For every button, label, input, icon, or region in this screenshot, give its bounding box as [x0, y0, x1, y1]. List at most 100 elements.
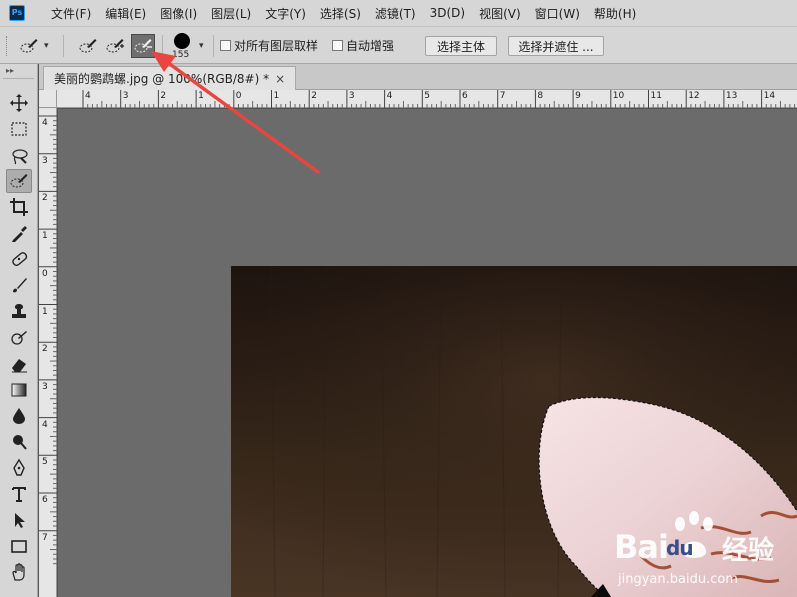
menu-file[interactable]: 文件(F) — [44, 5, 98, 22]
ruler-origin[interactable] — [39, 90, 57, 108]
watermark-logo-text: Bai — [614, 528, 669, 566]
ruler-label: 5 — [42, 457, 48, 468]
panel-collapse-icon[interactable]: ▸▸ — [0, 64, 37, 78]
ruler-label: 2 — [42, 193, 48, 204]
ruler-label: 8 — [537, 91, 544, 101]
lasso-icon — [12, 149, 28, 165]
eraser-icon — [12, 359, 27, 373]
tool-lasso[interactable] — [6, 144, 32, 168]
ruler-label: 0 — [42, 268, 48, 279]
tool-crop[interactable] — [6, 195, 32, 219]
pen-icon — [13, 458, 25, 476]
ruler-label: 3 — [42, 381, 48, 392]
options-divider — [213, 35, 214, 57]
hand-icon — [12, 563, 25, 581]
gradient-icon — [11, 383, 27, 397]
ruler-label: 5 — [424, 91, 431, 101]
menu-type[interactable]: 文字(Y) — [258, 5, 313, 22]
menu-layer[interactable]: 图层(L) — [204, 5, 258, 22]
tool-dodge[interactable] — [6, 430, 32, 454]
panel-grip[interactable] — [3, 78, 34, 82]
menu-3d[interactable]: 3D(D) — [423, 6, 472, 20]
subtract-from-selection-icon[interactable] — [131, 34, 155, 58]
quick-selection-icon — [10, 174, 28, 188]
ruler-label: 3 — [122, 91, 129, 101]
select-and-mask-button[interactable]: 选择并遮住 ... — [508, 36, 604, 56]
tool-move[interactable] — [6, 91, 32, 115]
eyedropper-icon — [12, 226, 27, 242]
menu-help[interactable]: 帮助(H) — [587, 5, 643, 22]
menu-edit[interactable]: 编辑(E) — [98, 5, 153, 22]
tool-rectangle[interactable] — [6, 534, 32, 558]
history-brush-icon — [11, 331, 27, 345]
watermark-logo-suffix: du — [666, 536, 694, 560]
options-bar: ▾ 155 ▾ 对所有图层取样 自动增强 选择主体 选择并遮住 ... — [0, 26, 797, 64]
ruler-label: 3 — [348, 91, 355, 101]
ruler-label: 10 — [612, 91, 625, 101]
tool-preset-picker-icon[interactable] — [18, 35, 40, 57]
type-icon — [12, 487, 26, 502]
tool-brush[interactable] — [6, 273, 32, 297]
chevron-down-icon[interactable]: ▾ — [199, 41, 204, 51]
menu-view[interactable]: 视图(V) — [472, 5, 528, 22]
ruler-label: 4 — [386, 91, 393, 101]
rectangle-icon — [11, 540, 27, 553]
baidu-watermark: Bai du 经验 jingyan.baidu.com — [612, 510, 797, 597]
ruler-label: 1 — [273, 91, 280, 101]
ruler-label: 2 — [160, 91, 167, 101]
dodge-icon — [13, 435, 27, 450]
ruler-label: 6 — [462, 91, 468, 101]
new-selection-icon[interactable] — [77, 35, 99, 57]
brush-icon — [13, 278, 27, 293]
tool-hand[interactable] — [6, 560, 32, 584]
tool-path-selection[interactable] — [6, 508, 32, 532]
document-tab[interactable]: 美丽的鹦鹉螺.jpg @ 100%(RGB/8#) * × — [43, 66, 297, 90]
menu-select[interactable]: 选择(S) — [313, 5, 368, 22]
ruler-label: 1 — [42, 231, 48, 242]
tool-clone-stamp[interactable] — [6, 299, 32, 323]
tool-history-brush[interactable] — [6, 326, 32, 350]
options-grip[interactable] — [6, 36, 8, 56]
tool-eyedropper[interactable] — [6, 221, 32, 245]
ruler-label: 11 — [650, 91, 662, 101]
menu-filter[interactable]: 滤镜(T) — [368, 5, 423, 22]
vertical-ruler[interactable]: 4 3 2 1 0 1 2 3 4 5 6 7 — [39, 108, 57, 597]
tool-type[interactable] — [6, 482, 32, 506]
crop-icon — [10, 198, 28, 216]
watermark-url: jingyan.baidu.com — [618, 572, 738, 587]
options-divider — [63, 35, 64, 57]
tool-eraser[interactable] — [6, 352, 32, 376]
ruler-label: 2 — [42, 344, 48, 355]
tool-healing-brush[interactable] — [6, 247, 32, 271]
brush-preview-icon[interactable] — [174, 33, 190, 49]
marquee-icon — [11, 122, 27, 136]
path-selection-icon — [15, 513, 25, 528]
ruler-label: 0 — [235, 91, 242, 101]
menu-window[interactable]: 窗口(W) — [528, 5, 587, 22]
ruler-label: 13 — [725, 91, 738, 101]
healing-brush-icon — [12, 252, 28, 267]
ruler-label: 4 — [42, 118, 48, 128]
tool-gradient[interactable] — [6, 378, 32, 402]
document-tab-title: 美丽的鹦鹉螺.jpg @ 100%(RGB/8#) * — [54, 72, 270, 86]
tool-marquee[interactable] — [6, 117, 32, 141]
menu-bar: Ps 文件(F) 编辑(E) 图像(I) 图层(L) 文字(Y) 选择(S) 滤… — [0, 0, 797, 26]
auto-enhance-label: 自动增强 — [346, 39, 395, 53]
tool-pen[interactable] — [6, 456, 32, 480]
close-icon[interactable]: × — [275, 72, 285, 86]
tool-blur[interactable] — [6, 404, 32, 428]
tool-quick-selection[interactable] — [6, 169, 32, 193]
ruler-label: 4 — [85, 91, 91, 101]
add-to-selection-icon[interactable] — [104, 35, 126, 57]
menu-image[interactable]: 图像(I) — [153, 5, 204, 22]
ruler-label: 7 — [499, 91, 506, 101]
ruler-label: 9 — [575, 91, 581, 101]
horizontal-ruler[interactable]: 4 3 2 1 0 1 2 3 4 5 6 7 8 9 10 11 12 13 14 — [57, 90, 797, 108]
sample-all-layers-checkbox[interactable] — [220, 40, 231, 51]
auto-enhance-checkbox[interactable] — [332, 40, 343, 51]
select-subject-button[interactable]: 选择主体 — [425, 36, 497, 56]
move-icon — [10, 94, 28, 112]
chevron-down-icon[interactable]: ▾ — [44, 41, 49, 51]
document-tab-strip: 美丽的鹦鹉螺.jpg @ 100%(RGB/8#) * × — [39, 64, 797, 90]
ruler-label: 4 — [42, 419, 48, 430]
